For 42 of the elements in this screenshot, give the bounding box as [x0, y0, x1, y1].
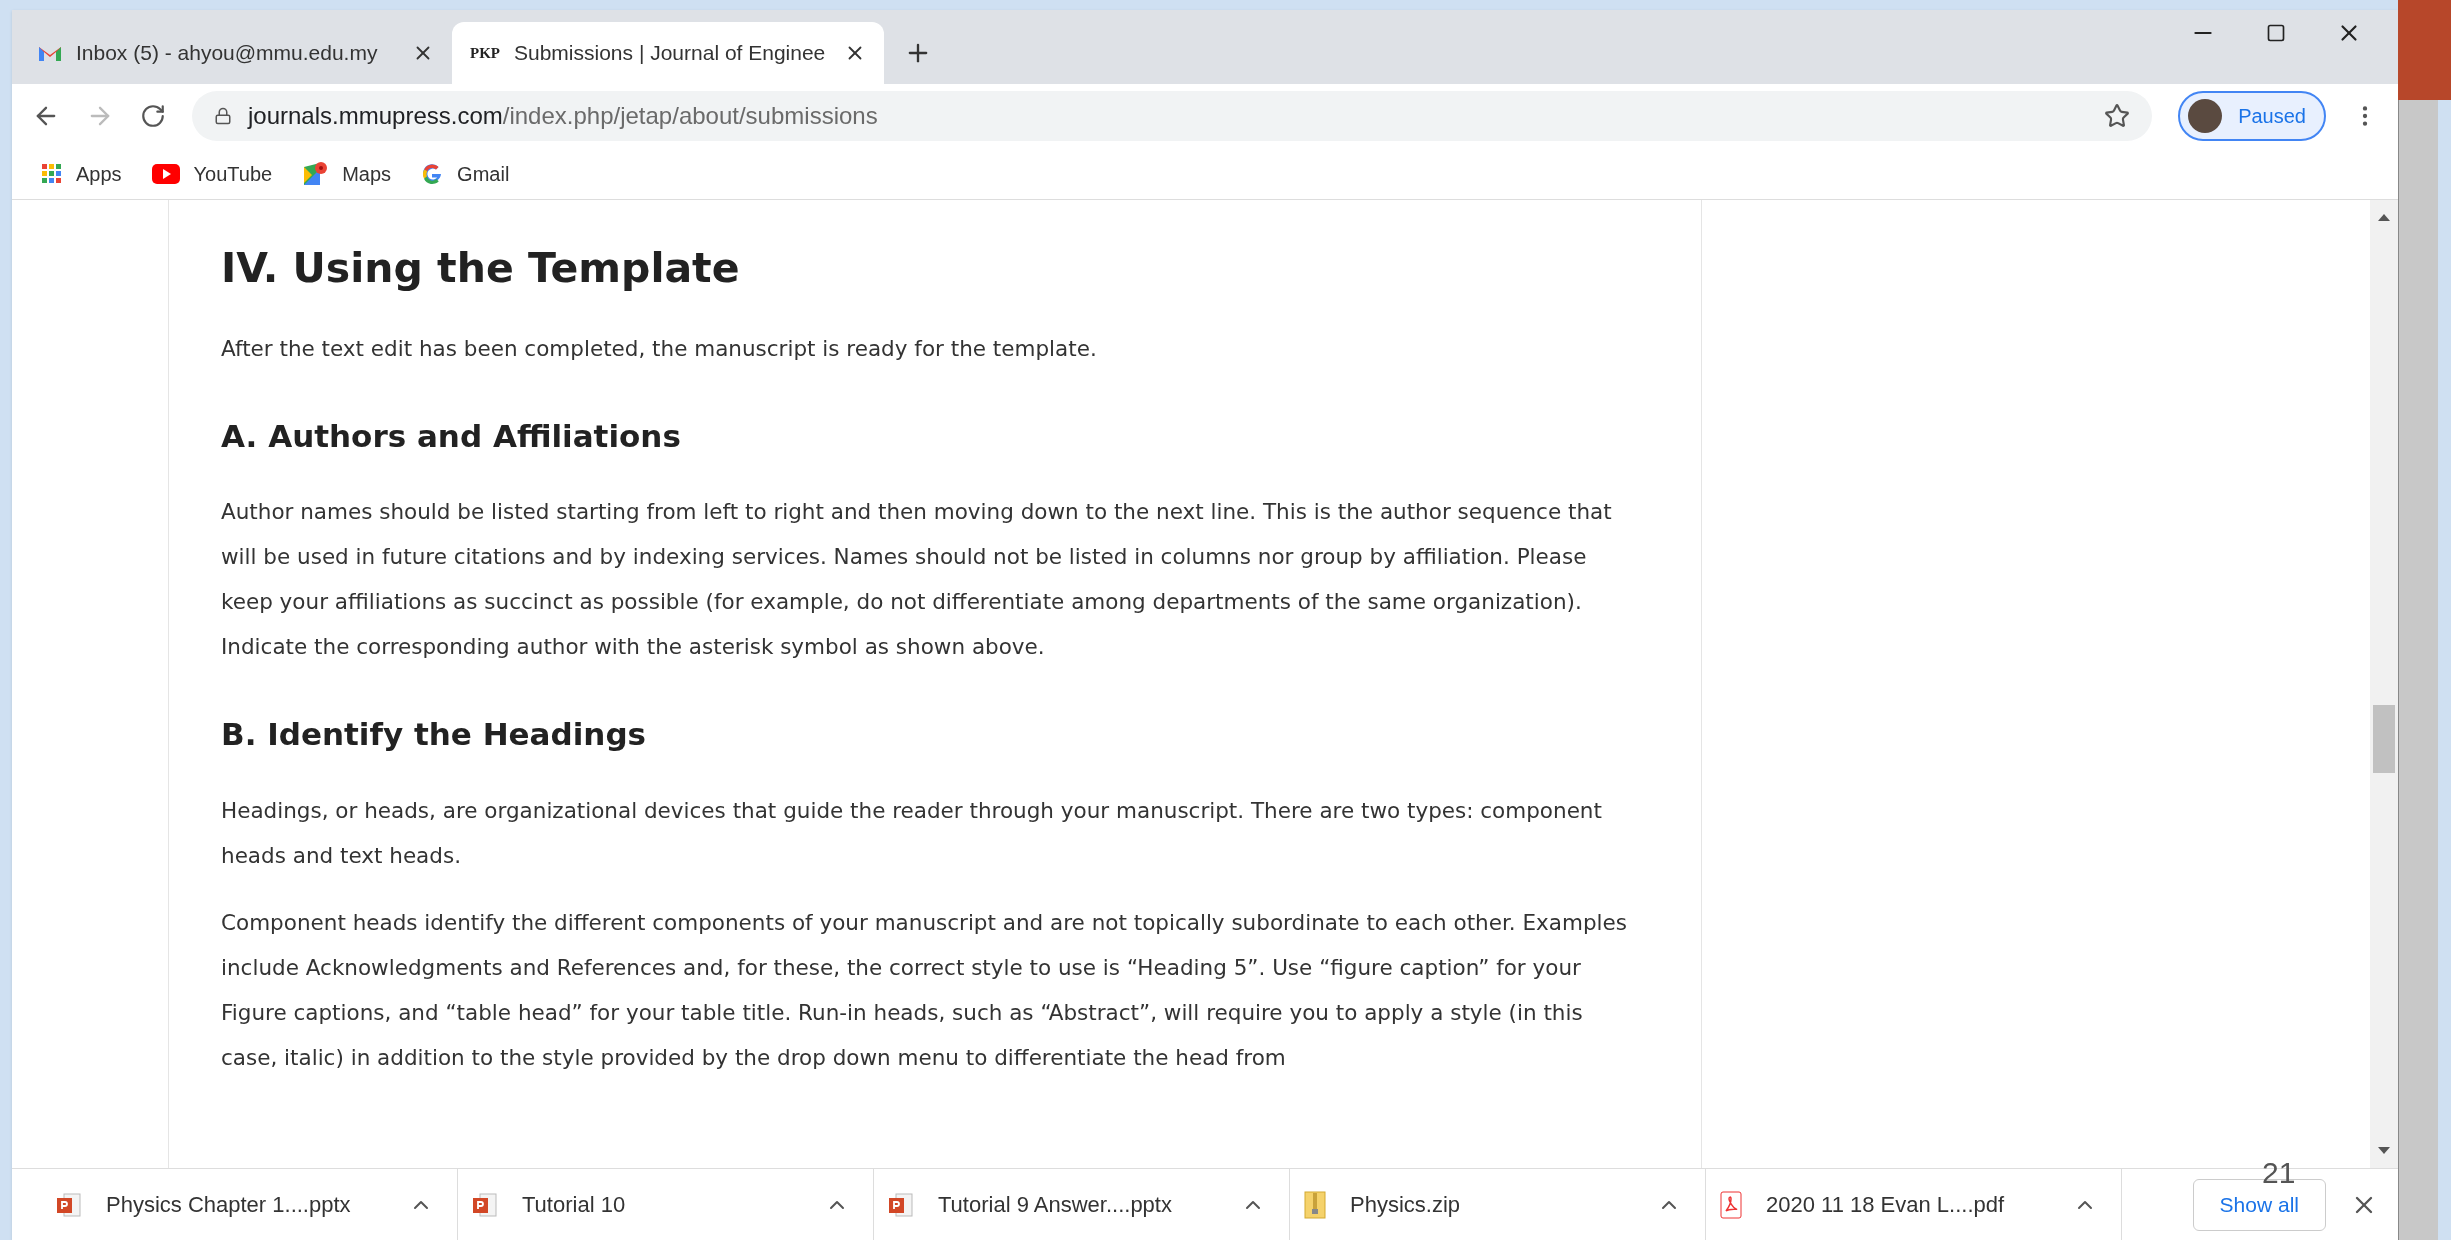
subsection-heading: B. Identify the Headings [221, 715, 648, 754]
download-item[interactable]: Physics.zip [1290, 1169, 1706, 1240]
section-heading: IV. Using the Template [221, 243, 741, 294]
download-item[interactable]: Tutorial 9 Answer....pptx [874, 1169, 1290, 1240]
paragraph: After the text edit has been completed, the manuscript is ready for the template. [221, 334, 1098, 363]
zip-file-icon [1304, 1190, 1326, 1219]
download-item[interactable]: Physics Chapter 1....pptx [42, 1169, 458, 1240]
lock-icon [214, 107, 232, 125]
bookmark-item[interactable]: Apps [42, 158, 122, 189]
mail-icon [38, 44, 62, 62]
pdf-file-icon [1720, 1190, 1742, 1219]
profile-button[interactable]: Paused [2178, 91, 2326, 141]
download-item[interactable]: 2020 11 18 Evan L....pdf [1706, 1169, 2122, 1240]
scrollbar-thumb[interactable] [2373, 705, 2395, 773]
reload-icon[interactable] [140, 103, 166, 129]
bookmark-item[interactable]: YouTube [151, 158, 273, 189]
browser-tab[interactable]: PKP Submissions | Journal of Enginee [452, 22, 884, 84]
google-icon [421, 162, 444, 185]
slides-file-icon [888, 1191, 914, 1218]
star-icon[interactable] [2104, 103, 2131, 129]
scroll-up-icon[interactable] [2378, 214, 2390, 221]
paragraph: Author names should be listed starting from left to right and then moving down to the next line. This is the author sequence that will be used in future citations and by indexing services. Names should not be listed in columns nor group by affiliation. Please keep your affiliations as succinct as possible (for example, do not differentiate among departments of the same organization). Indicate the corresponding author with the asterisk symbol as shown above. [221, 498, 1613, 661]
grid-icon [42, 163, 62, 184]
bookmark-item[interactable]: Gmail [421, 158, 510, 189]
url-text: journals.mmupress.com/index.php/jetap/about/submissions [248, 101, 878, 131]
paragraph: Component heads identify the different components of your manuscript and are not topically subordinate to each other. Examples include Acknowledgments and References and, for these, the correct style to use is “Heading 5”. Use “figure caption” for your Figure captions, and “table head” for your table title. Run-in heads, such as “Abstract”, will require you to apply a style (in this case, italic) in addition to the style provided by the drop down menu to differentiate the head from [221, 908, 1628, 1072]
bookmark-item[interactable]: Maps [302, 158, 392, 189]
map-icon [302, 160, 329, 187]
tab-title: Submissions | Journal of Enginee [514, 40, 827, 67]
address-bar[interactable]: journals.mmupress.com/index.php/jetap/about/submissions [192, 91, 2153, 141]
slides-file-icon [472, 1191, 498, 1218]
maximize-icon[interactable] [2266, 23, 2286, 43]
slides-file-icon [56, 1191, 82, 1218]
scroll-down-icon[interactable] [2378, 1147, 2390, 1154]
play-icon [151, 163, 180, 184]
tab-title: Inbox (5) - ahyou@mmu.edu.my [76, 40, 379, 67]
paragraph: Headings, or heads, are organizational devices that guide the reader through your manuscript. There are two types: component heads and text heads. [221, 796, 1603, 870]
favicon-text: PKP [470, 43, 500, 63]
subsection-heading: A. Authors and Affiliations [221, 416, 682, 456]
download-item[interactable]: Tutorial 10 [458, 1169, 874, 1240]
slide-scrollbar[interactable] [2398, 100, 2438, 1240]
scrollbar[interactable] [2370, 200, 2398, 1168]
